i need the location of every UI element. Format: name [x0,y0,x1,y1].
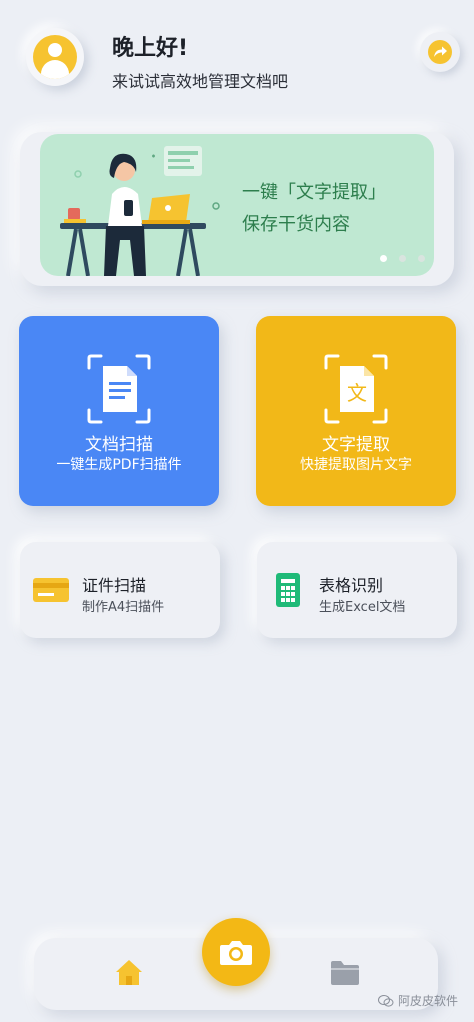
card-subtitle: 一键生成PDF扫描件 [56,457,182,473]
banner-title: 一键「文字提取」 [242,182,386,203]
spreadsheet-icon [276,573,300,607]
table-recognition-card[interactable]: 表格识别 生成Excel文档 [257,542,457,638]
card-title: 文档扫描 [85,435,153,455]
greeting-title: 晚上好! [112,36,189,61]
card-subtitle: 制作A4扫描件 [82,600,165,615]
share-arrow-icon [428,40,452,64]
greeting-subtitle: 来试试高效地管理文档吧 [112,72,289,91]
id-scan-card[interactable]: 证件扫描 制作A4扫描件 [20,542,220,638]
folder-icon[interactable] [330,960,360,986]
avatar[interactable] [26,28,84,86]
card-title: 证件扫描 [82,576,147,595]
text-extract-card[interactable]: 文 文字提取 快捷提取图片文字 [256,316,456,506]
card-title: 表格识别 [319,576,384,595]
document-scan-card[interactable]: 文档扫描 一键生成PDF扫描件 [19,316,219,506]
document-scan-icon [87,354,151,424]
promo-banner[interactable]: 一键「文字提取」 保存干货内容 [40,134,434,276]
text-extract-icon: 文 [324,354,388,424]
wechat-icon [378,994,394,1007]
camera-button[interactable] [202,918,270,986]
banner-subtitle: 保存干货内容 [242,214,350,235]
woman-working-at-desk-illustration [60,146,220,276]
camera-icon [220,941,252,965]
text-glyph: 文 [347,381,367,405]
watermark-text: 阿皮皮软件 [398,994,459,1008]
carousel-dot[interactable] [380,255,387,262]
carousel-dot[interactable] [418,255,425,262]
id-card-icon [33,578,69,602]
user-avatar-icon [33,35,77,79]
carousel-indicator [380,255,425,262]
watermark: 阿皮皮软件 [378,992,458,1009]
home-icon[interactable] [114,958,144,986]
share-button[interactable] [420,32,460,72]
card-subtitle: 快捷提取图片文字 [300,457,412,473]
carousel-dot[interactable] [399,255,406,262]
card-subtitle: 生成Excel文档 [319,600,406,615]
card-title: 文字提取 [322,435,390,455]
